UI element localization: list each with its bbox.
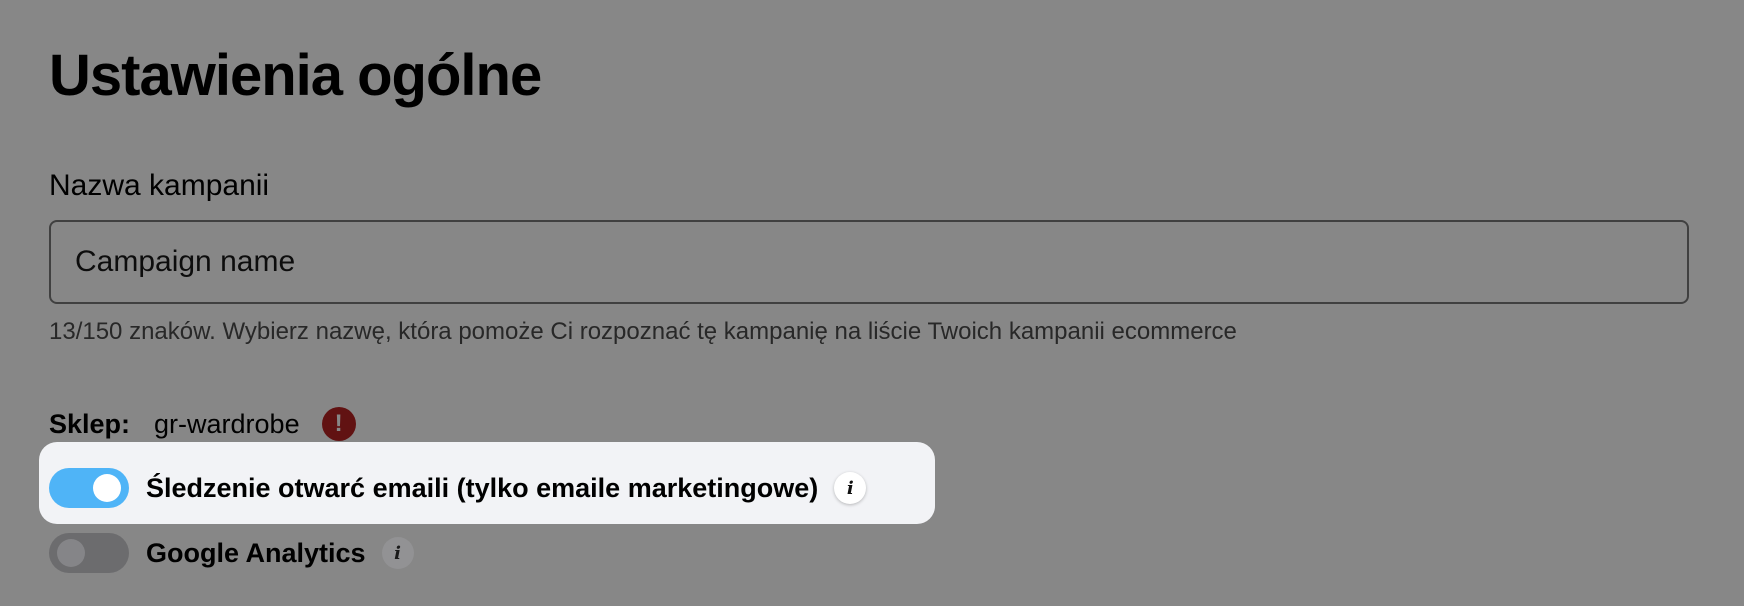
info-icon[interactable]: i xyxy=(381,537,414,569)
email-open-tracking-toggle[interactable] xyxy=(49,468,129,508)
toggle-knob xyxy=(93,474,121,502)
toggle-knob xyxy=(57,539,85,567)
google-analytics-row: Google Analytics i xyxy=(49,533,414,573)
email-open-tracking-row: Śledzenie otwarć emaili (tylko emaile ma… xyxy=(49,468,867,508)
email-open-tracking-label: Śledzenie otwarć emaili (tylko emaile ma… xyxy=(146,473,819,503)
info-icon[interactable]: i xyxy=(834,472,867,504)
google-analytics-label: Google Analytics xyxy=(146,538,366,568)
google-analytics-toggle[interactable] xyxy=(49,533,129,573)
